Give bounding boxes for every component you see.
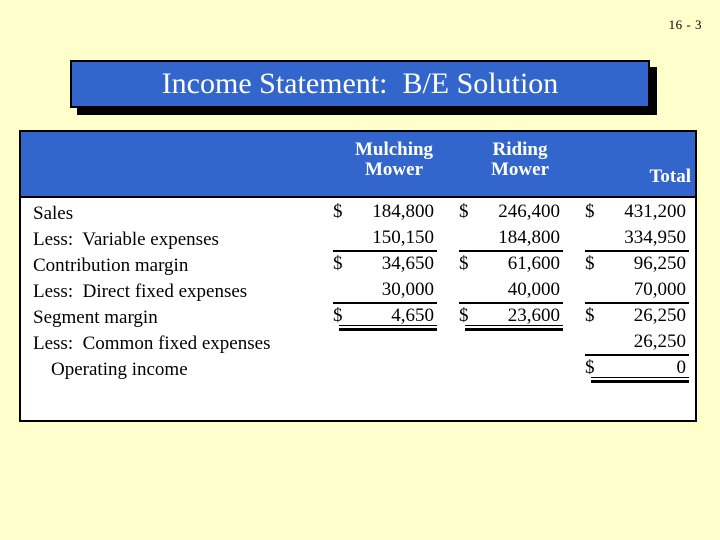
amount-cell-riding: 40,000 <box>457 279 565 305</box>
statement-row: Sales $184,800 $246,400 $431,200 <box>21 201 695 227</box>
currency-symbol: $ <box>585 357 595 378</box>
amount-value: 40,000 <box>507 279 560 300</box>
title-banner-body: Income Statement: B/E Solution <box>70 60 650 108</box>
amount-cell-mulching: 150,150 <box>331 227 439 253</box>
amount-cell-total: $0 <box>583 357 691 383</box>
currency-symbol: $ <box>459 201 469 222</box>
amount-value: 184,800 <box>372 201 434 222</box>
amount-cell-mulching: $184,800 <box>331 201 439 227</box>
row-label: Contribution margin <box>33 255 189 276</box>
currency-symbol: $ <box>333 305 343 326</box>
row-label: Segment margin <box>33 307 158 328</box>
amount-cell-riding: 184,800 <box>457 227 565 253</box>
amount-cell-riding <box>457 331 565 357</box>
amount-value: 70,000 <box>633 279 686 300</box>
column-header-riding-line2: Mower <box>490 158 550 180</box>
currency-symbol: $ <box>459 305 469 326</box>
row-label: Operating income <box>51 359 188 380</box>
column-header-riding-line1: Riding <box>492 139 548 160</box>
statement-row: Less: Variable expenses 150,150 184,800 334… <box>21 227 695 253</box>
amount-value: 334,950 <box>624 227 686 248</box>
amount-cell-mulching: $4,650 <box>331 305 439 331</box>
amount-value: 61,600 <box>507 253 560 274</box>
row-label: Less: Common fixed expenses <box>33 333 271 354</box>
row-label: Sales <box>33 203 74 224</box>
currency-symbol: $ <box>333 201 343 222</box>
amount-cell-riding: $61,600 <box>457 253 565 279</box>
amount-cell-total: 334,950 <box>583 227 691 253</box>
amount-value: 96,250 <box>633 253 686 274</box>
statement-row: Segment margin $4,650 $23,600 $26,250 <box>21 305 695 331</box>
amount-value: 246,400 <box>498 201 560 222</box>
statement-row: Less: Common fixed expenses 26,250 <box>21 331 695 357</box>
amount-cell-total: $431,200 <box>583 201 691 227</box>
slide-title-banner: Income Statement: B/E Solution <box>70 60 657 115</box>
statement-row: Contribution margin $34,650 $61,600 $96,250 <box>21 253 695 279</box>
amount-cell-riding <box>457 357 565 383</box>
column-header-riding-mower: Riding Mower <box>464 140 576 180</box>
statement-row: Operating income $0 <box>21 357 695 383</box>
amount-cell-mulching: $34,650 <box>331 253 439 279</box>
column-header-total: Total <box>589 167 695 187</box>
currency-symbol: $ <box>459 253 469 274</box>
amount-cell-riding: $23,600 <box>457 305 565 331</box>
column-header-mulching-line1: Mulching <box>354 139 434 160</box>
amount-cell-total: $96,250 <box>583 253 691 279</box>
amount-cell-total: $26,250 <box>583 305 691 331</box>
column-header-band: Mulching Mower Riding Mower Total <box>21 132 695 198</box>
amount-value: 26,250 <box>633 305 686 326</box>
amount-value: 34,650 <box>381 253 434 274</box>
amount-cell-mulching: 30,000 <box>331 279 439 305</box>
amount-cell-mulching <box>331 357 439 383</box>
row-label: Less: Variable expenses <box>33 229 219 250</box>
row-label: Less: Direct fixed expenses <box>33 281 248 302</box>
currency-symbol: $ <box>333 253 343 274</box>
currency-symbol: $ <box>585 253 595 274</box>
amount-cell-mulching <box>331 331 439 357</box>
amount-value: 150,150 <box>372 227 434 248</box>
slide-number: 16 - 3 <box>668 17 702 32</box>
amount-value: 26,250 <box>633 331 686 352</box>
amount-value: 4,650 <box>391 305 434 326</box>
amount-value: 30,000 <box>381 279 434 300</box>
amount-value: 184,800 <box>498 227 560 248</box>
currency-symbol: $ <box>585 305 595 326</box>
statement-row: Less: Direct fixed expenses 30,000 40,000 7… <box>21 279 695 305</box>
amount-cell-total: 70,000 <box>583 279 691 305</box>
amount-value: 0 <box>676 357 687 378</box>
currency-symbol: $ <box>585 201 595 222</box>
column-header-total-label: Total <box>649 166 691 187</box>
amount-value: 431,200 <box>624 201 686 222</box>
amount-value: 23,600 <box>507 305 560 326</box>
column-header-mulching-mower: Mulching Mower <box>334 140 454 180</box>
amount-cell-total: 26,250 <box>583 331 691 357</box>
amount-cell-riding: $246,400 <box>457 201 565 227</box>
income-statement-panel: Mulching Mower Riding Mower Total Sales $… <box>19 130 697 422</box>
page-title: Income Statement: B/E Solution <box>161 67 559 100</box>
column-header-mulching-line2: Mower <box>364 158 424 180</box>
statement-rows: Sales $184,800 $246,400 $431,200 Less: Varia… <box>21 198 695 383</box>
